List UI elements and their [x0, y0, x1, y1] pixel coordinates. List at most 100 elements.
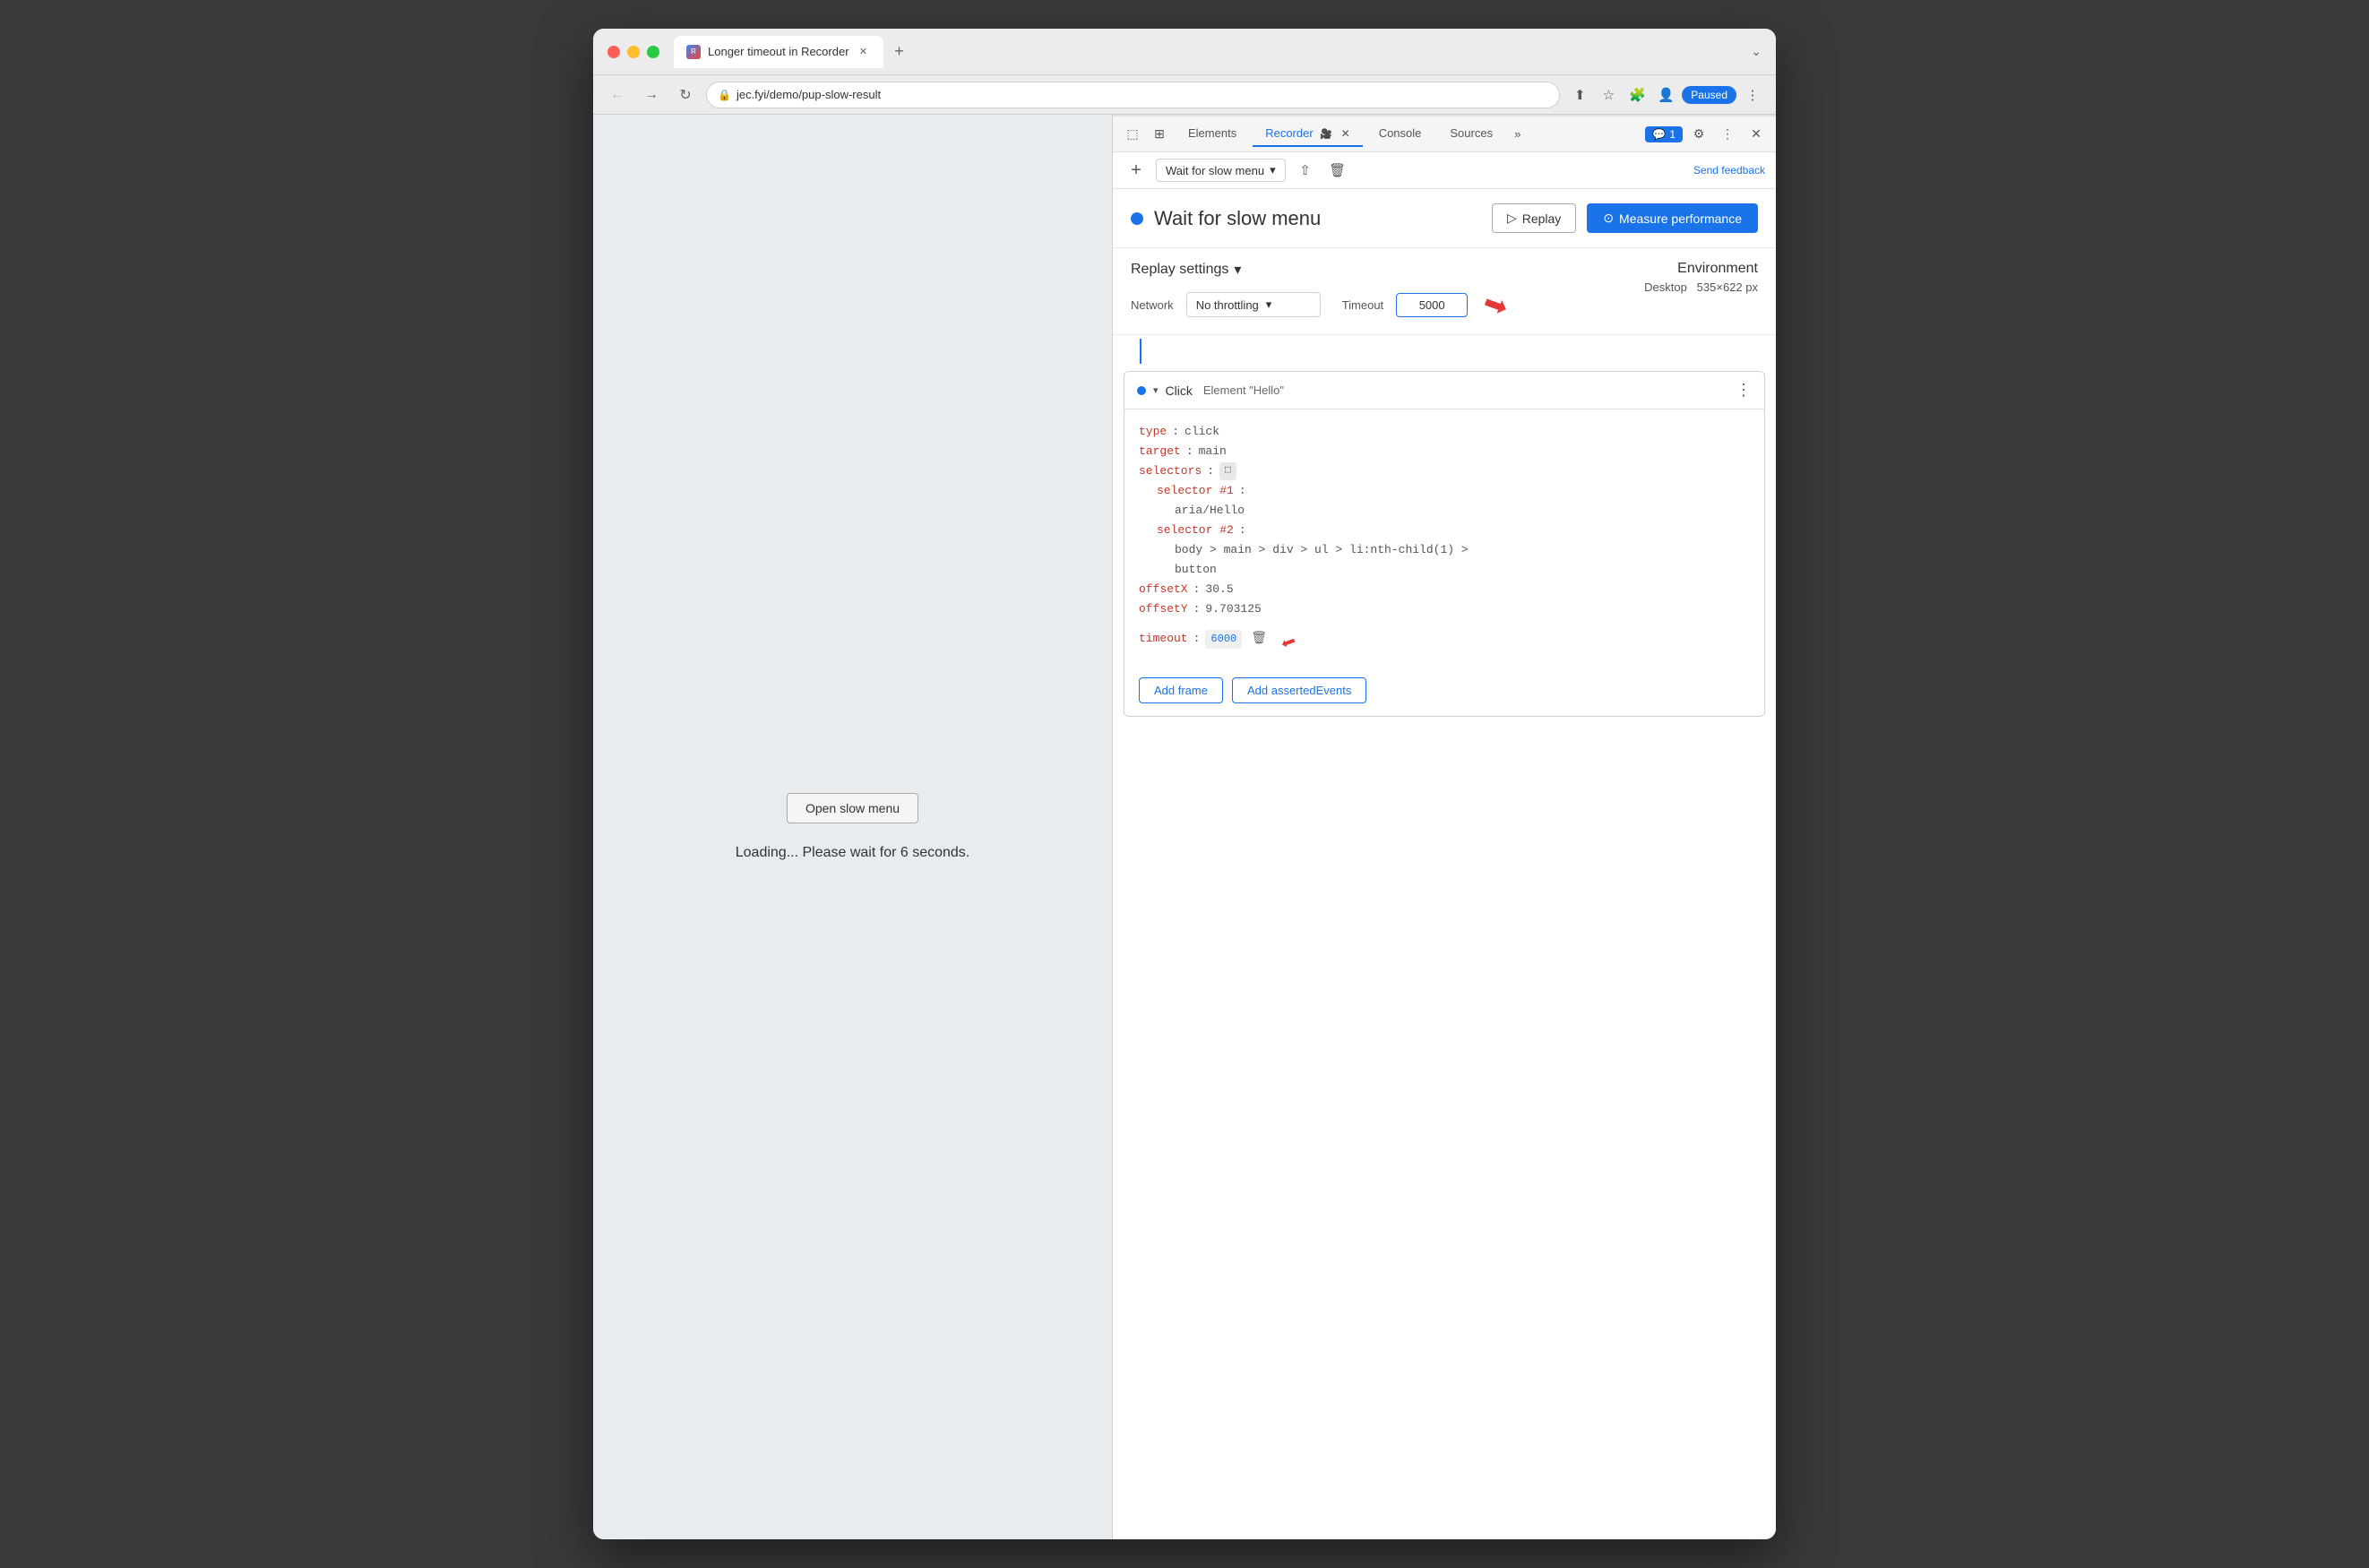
browser-tab[interactable]: R Longer timeout in Recorder ✕	[674, 36, 883, 68]
selector1-key: selector #1	[1157, 482, 1234, 501]
red-arrow-annotation: ⬅	[1478, 285, 1512, 325]
send-feedback-link[interactable]: Send feedback	[1693, 164, 1765, 177]
recorder-tab-icon: 🎥	[1320, 129, 1332, 140]
chat-icon: 💬	[1652, 128, 1666, 141]
code-line-timeout: timeout : 6000 🗑 ⬅	[1139, 619, 1750, 659]
measure-icon: ⊙	[1603, 211, 1614, 226]
devtools-icons-left: ⬚ ⊞	[1120, 122, 1172, 147]
loading-text: Loading... Please wait for 6 seconds.	[736, 845, 970, 861]
browser-viewport: Open slow menu Loading... Please wait fo…	[593, 115, 1113, 1539]
offsetY-value: 9.703125	[1205, 600, 1261, 619]
reload-button[interactable]: ↻	[672, 82, 699, 108]
add-frame-button[interactable]: Add frame	[1139, 677, 1223, 703]
selector-icon-badge: ⬚	[1219, 462, 1236, 480]
nav-icons-right: ⬆ ☆ 🧩 👤 Paused ⋮	[1567, 82, 1765, 108]
settings-icon[interactable]: ⚙	[1686, 122, 1711, 147]
paused-label: Paused	[1691, 89, 1727, 101]
network-select[interactable]: No throttling ▾	[1186, 292, 1321, 317]
lock-icon: 🔒	[718, 89, 731, 101]
window-controls-chevron[interactable]: ⌄	[1751, 44, 1762, 59]
tab-elements[interactable]: Elements	[1176, 121, 1249, 147]
tab-recorder[interactable]: Recorder 🎥 ✕	[1253, 121, 1362, 147]
network-select-chevron-icon: ▾	[1266, 297, 1272, 312]
event-dot	[1137, 386, 1146, 395]
chat-count: 1	[1669, 128, 1676, 141]
recorder-toolbar: + Wait for slow menu ▾ ⇧ 🗑 Send feedback	[1113, 152, 1776, 189]
add-recording-button[interactable]: +	[1124, 158, 1149, 183]
replay-settings-header[interactable]: Replay settings ▾	[1131, 261, 1608, 279]
maximize-button[interactable]	[647, 46, 659, 58]
chat-badge[interactable]: 💬 1	[1645, 126, 1683, 142]
profile-icon[interactable]: 👤	[1653, 82, 1678, 108]
steps-area: ▾ Click Element "Hello" ⋮ type : click	[1113, 335, 1776, 1539]
code-line-selector1: selector #1 :	[1139, 481, 1750, 501]
minimize-button[interactable]	[627, 46, 640, 58]
timeout-value: 6000	[1205, 630, 1242, 649]
new-tab-button[interactable]: +	[887, 39, 912, 65]
selector2-value2: button	[1175, 561, 1217, 580]
event-detail: Element "Hello"	[1203, 383, 1284, 397]
event-header[interactable]: ▾ Click Element "Hello" ⋮	[1124, 372, 1764, 409]
code-line-selector2: selector #2 :	[1139, 521, 1750, 540]
code-line-type: type : click	[1139, 422, 1750, 442]
add-asserted-events-button[interactable]: Add assertedEvents	[1232, 677, 1366, 703]
code-editor: type : click target : main selectors	[1124, 409, 1764, 716]
timeout-key: timeout	[1139, 630, 1188, 649]
replay-button[interactable]: ▷ Replay	[1492, 203, 1576, 233]
tab-console[interactable]: Console	[1366, 121, 1434, 147]
recording-selector[interactable]: Wait for slow menu ▾	[1156, 159, 1286, 182]
forward-button[interactable]: →	[638, 82, 665, 108]
event-type: Click	[1166, 383, 1193, 398]
timeout-input[interactable]	[1396, 293, 1468, 317]
recording-title: Wait for slow menu	[1154, 207, 1481, 230]
offsetY-key: offsetY	[1139, 600, 1188, 619]
selector-chevron-icon: ▾	[1270, 163, 1276, 177]
replay-label: Replay	[1522, 211, 1562, 226]
nav-bar: ← → ↻ 🔒 jec.fyi/demo/pup-slow-result ⬆ ☆…	[593, 75, 1776, 115]
address-bar[interactable]: 🔒 jec.fyi/demo/pup-slow-result	[706, 82, 1560, 108]
devtools-header: ⬚ ⊞ Elements Recorder 🎥 ✕ Console Source…	[1113, 116, 1776, 152]
code-line-target: target : main	[1139, 442, 1750, 461]
offsetX-key: offsetX	[1139, 581, 1188, 599]
upload-icon[interactable]: ⇧	[1293, 158, 1318, 183]
recorder-tab-close[interactable]: ✕	[1341, 127, 1350, 140]
devtools-panel: ⬚ ⊞ Elements Recorder 🎥 ✕ Console Source…	[1113, 115, 1776, 1539]
selector1-value: aria/Hello	[1175, 502, 1245, 521]
share-icon[interactable]: ⬆	[1567, 82, 1592, 108]
recording-content: Wait for slow menu ▷ Replay ⊙ Measure pe…	[1113, 189, 1776, 1539]
tab-close-button[interactable]: ✕	[857, 45, 871, 59]
type-value: click	[1184, 423, 1219, 442]
code-actions: Add frame Add assertedEvents	[1139, 670, 1750, 703]
delete-timeout-icon[interactable]: 🗑	[1251, 629, 1267, 649]
close-button[interactable]	[607, 46, 620, 58]
more-tabs-button[interactable]: »	[1509, 124, 1526, 144]
red-arrow-annotation-2: ⬅	[1273, 617, 1301, 660]
open-slow-menu-button[interactable]: Open slow menu	[787, 793, 918, 823]
recording-status-dot	[1131, 212, 1143, 225]
profile-badge[interactable]: Paused	[1682, 86, 1736, 104]
target-key: target	[1139, 443, 1181, 461]
devtools-more-icon[interactable]: ⋮	[1715, 122, 1740, 147]
expand-icon: ▾	[1153, 384, 1159, 396]
inspect-icon[interactable]: ⬚	[1120, 122, 1145, 147]
extensions-icon[interactable]: 🧩	[1624, 82, 1650, 108]
devtools-close-icon[interactable]: ✕	[1744, 122, 1769, 147]
selector2-key: selector #2	[1157, 521, 1234, 540]
bookmark-icon[interactable]: ☆	[1596, 82, 1621, 108]
back-button[interactable]: ←	[604, 82, 631, 108]
environment-title: Environment	[1644, 261, 1758, 277]
measure-performance-button[interactable]: ⊙ Measure performance	[1587, 203, 1758, 233]
more-options-icon[interactable]: ⋮	[1740, 82, 1765, 108]
selector2-value: body > main > div > ul > li:nth-child(1)…	[1175, 541, 1469, 560]
replay-settings-left: Replay settings ▾ Network No throttling …	[1131, 261, 1608, 322]
type-key: type	[1139, 423, 1167, 442]
title-bar-right: ⌄	[1751, 44, 1762, 59]
step-connector-line	[1140, 339, 1141, 364]
event-more-icon[interactable]: ⋮	[1736, 381, 1752, 400]
code-line-offsetX: offsetX : 30.5	[1139, 580, 1750, 599]
tab-sources[interactable]: Sources	[1437, 121, 1505, 147]
offsetX-value: 30.5	[1205, 581, 1233, 599]
timeout-label: Timeout	[1342, 298, 1383, 312]
delete-recording-icon[interactable]: 🗑	[1325, 158, 1350, 183]
device-icon[interactable]: ⊞	[1147, 122, 1172, 147]
